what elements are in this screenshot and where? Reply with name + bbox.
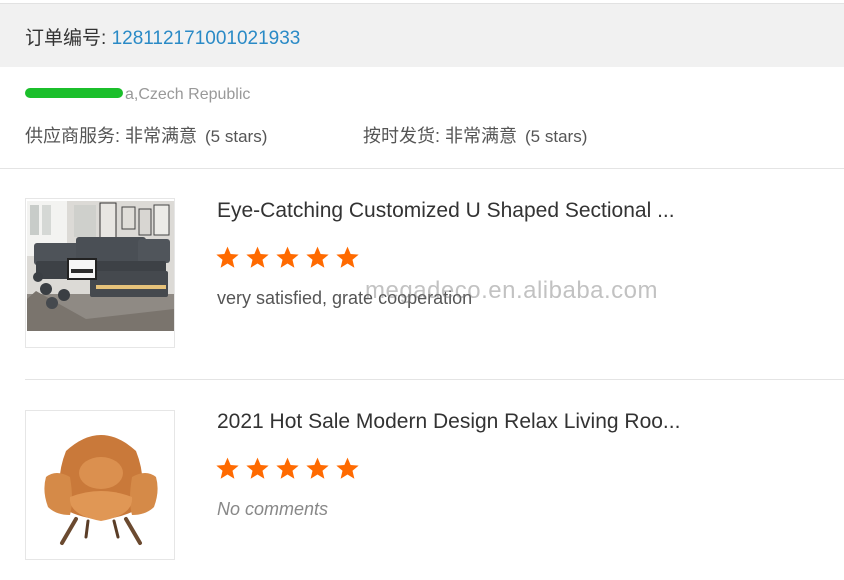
order-number-label: 订单编号: xyxy=(25,28,112,49)
order-number-row: 订单编号: 128112171001021933 xyxy=(25,23,300,50)
sectional-sofa-photo xyxy=(26,199,174,347)
buyer-country: a,Czech Republic xyxy=(125,86,251,103)
star-icon xyxy=(246,457,269,479)
divider xyxy=(25,379,844,380)
star-icon xyxy=(276,457,299,479)
product-image-lounge-chair[interactable] xyxy=(25,410,175,560)
product-rating-1 xyxy=(215,245,360,270)
redaction-mark xyxy=(25,87,123,98)
supplier-service-label: 供应商服务: 非常满意 xyxy=(25,126,198,146)
product-rating-2 xyxy=(215,456,360,481)
product-title-2[interactable]: 2021 Hot Sale Modern Design Relax Living… xyxy=(217,410,680,434)
watermark: megadeco.en.alibaba.com xyxy=(365,277,659,304)
star-icon xyxy=(246,246,269,268)
order-number[interactable]: 128112171001021933 xyxy=(112,28,301,49)
review-comment-2: No comments xyxy=(217,499,329,519)
star-icon xyxy=(306,457,329,479)
product-title-1[interactable]: Eye-Catching Customized U Shaped Section… xyxy=(217,199,675,223)
star-icon xyxy=(216,457,239,479)
supplier-service-stars-note: (5 stars) xyxy=(205,127,268,146)
on-time-shipment-rating: 按时发货: 非常满意 (5 stars) xyxy=(363,122,587,148)
on-time-shipment-label: 按时发货: 非常满意 xyxy=(363,126,518,146)
supplier-service-rating: 供应商服务: 非常满意 (5 stars) xyxy=(25,122,267,148)
star-icon xyxy=(336,246,359,268)
buyer-location: a,Czech Republic xyxy=(25,86,250,104)
lounge-chair-photo xyxy=(26,411,174,559)
divider xyxy=(0,168,844,169)
star-icon xyxy=(216,246,239,268)
product-image-sectional-sofa[interactable] xyxy=(25,198,175,348)
star-icon xyxy=(336,457,359,479)
star-icon xyxy=(276,246,299,268)
order-header: 订单编号: 128112171001021933 xyxy=(0,3,844,67)
on-time-shipment-stars-note: (5 stars) xyxy=(525,127,588,146)
star-icon xyxy=(306,246,329,268)
